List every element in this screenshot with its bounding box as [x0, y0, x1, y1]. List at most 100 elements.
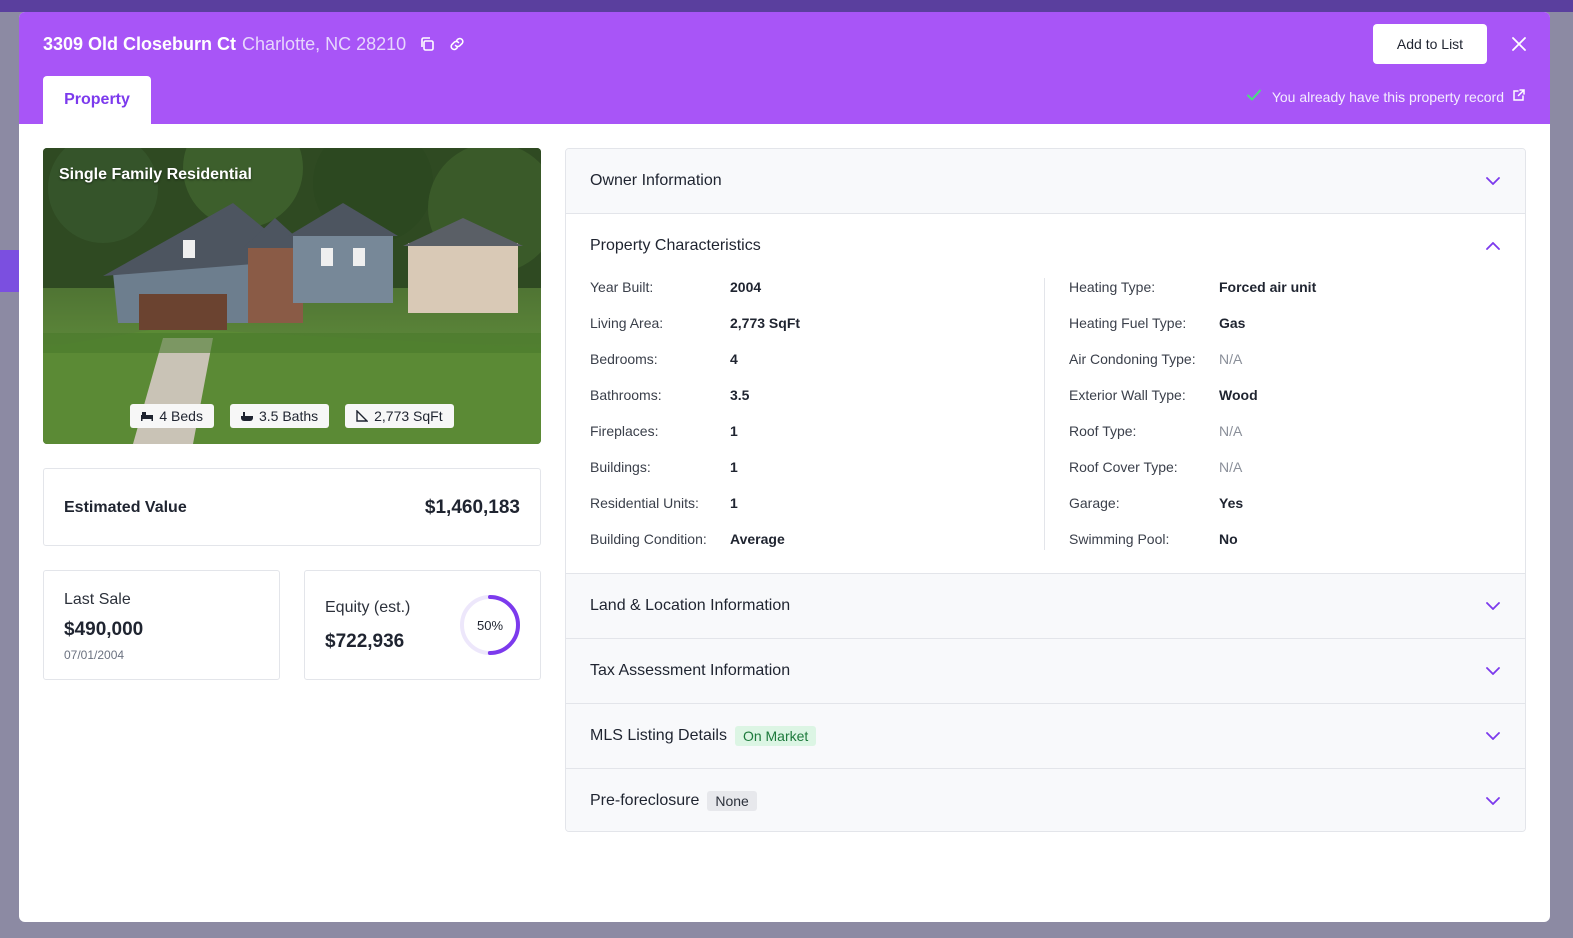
beds-chip: 4 Beds: [130, 404, 214, 428]
address-street: 3309 Old Closeburn Ct: [43, 33, 237, 54]
preforeclosure-badge: None: [707, 791, 757, 811]
chevron-down-icon[interactable]: [1485, 663, 1501, 679]
characteristic-key: Building Condition:: [590, 531, 707, 547]
characteristic-row: Garage: Yes: [1069, 494, 1243, 512]
section-owner-title: Owner Information: [590, 172, 722, 189]
characteristic-value: 2004: [730, 279, 762, 295]
chevron-up-icon[interactable]: [1485, 238, 1501, 254]
characteristic-key: Air Condoning Type:: [1069, 351, 1196, 367]
characteristic-row: Bedrooms: 4: [590, 350, 738, 368]
characteristic-row: Swimming Pool: No: [1069, 530, 1238, 548]
address-title: 3309 Old Closeburn Ct Charlotte, NC 2821…: [43, 32, 466, 56]
equity-donut: 50%: [459, 594, 521, 656]
characteristic-value: Average: [730, 531, 785, 547]
characteristic-row: Year Built: 2004: [590, 278, 761, 296]
section-land-location[interactable]: Land & Location Information: [566, 574, 1525, 639]
backdrop-top-bar: [0, 0, 1573, 12]
characteristic-value: 1: [730, 423, 738, 439]
chevron-down-icon[interactable]: [1485, 728, 1501, 744]
copy-icon[interactable]: [418, 35, 436, 53]
section-mls-header: MLS Listing Details On Market: [590, 724, 817, 748]
section-land-title: Land & Location Information: [590, 597, 791, 614]
characteristics-divider: [1044, 278, 1045, 550]
characteristic-row: Roof Type: N/A: [1069, 422, 1242, 440]
characteristic-value: N/A: [1219, 351, 1243, 367]
characteristic-value: 1: [730, 459, 738, 475]
section-tax-assessment[interactable]: Tax Assessment Information: [566, 639, 1525, 704]
property-type-label: Single Family Residential: [59, 166, 252, 183]
chevron-down-icon[interactable]: [1485, 173, 1501, 189]
characteristic-row: Bathrooms: 3.5: [590, 386, 749, 404]
last-sale-value: $490,000: [64, 619, 144, 640]
characteristic-key: Living Area:: [590, 315, 664, 331]
characteristic-key: Garage:: [1069, 495, 1120, 511]
characteristic-key: Bedrooms:: [590, 351, 658, 367]
section-owner-header: Owner Information: [590, 169, 722, 193]
area-icon: [356, 410, 369, 422]
section-tax-title: Tax Assessment Information: [590, 662, 791, 679]
characteristic-value: No: [1219, 531, 1238, 547]
section-owner-information[interactable]: Owner Information: [566, 149, 1525, 214]
characteristic-key: Roof Cover Type:: [1069, 459, 1178, 475]
property-modal: 3309 Old Closeburn Ct Charlotte, NC 2821…: [19, 12, 1550, 922]
add-to-list-button[interactable]: Add to List: [1373, 24, 1487, 64]
characteristic-row: Buildings: 1: [590, 458, 738, 476]
address-city-state-zip: Charlotte, NC 28210: [242, 33, 407, 54]
baths-value: 3.5 Baths: [258, 408, 319, 424]
characteristic-key: Bathrooms:: [590, 387, 662, 403]
chevron-down-icon[interactable]: [1485, 598, 1501, 614]
characteristic-row: Heating Type: Forced air unit: [1069, 278, 1316, 296]
tab-property[interactable]: Property: [43, 76, 151, 124]
characteristic-row: Roof Cover Type: N/A: [1069, 458, 1242, 476]
characteristic-key: Buildings:: [590, 459, 651, 475]
characteristic-row: Residential Units: 1: [590, 494, 738, 512]
section-preforeclosure-title: Pre-foreclosure: [590, 792, 700, 809]
section-land-header: Land & Location Information: [590, 594, 790, 618]
characteristic-key: Swimming Pool:: [1069, 531, 1170, 547]
section-property-characteristics[interactable]: Property Characteristics Year Built: 2004…: [566, 214, 1525, 574]
baths-chip: 3.5 Baths: [229, 404, 330, 428]
beds-value: 4 Beds: [159, 408, 203, 424]
characteristic-value: 4: [730, 351, 738, 367]
sqft-value: 2,773 SqFt: [374, 408, 443, 424]
chevron-down-icon[interactable]: [1485, 793, 1501, 809]
section-characteristics-title: Property Characteristics: [590, 237, 761, 254]
characteristic-key: Exterior Wall Type:: [1069, 387, 1186, 403]
characteristic-row: Heating Fuel Type: Gas: [1069, 314, 1245, 332]
close-icon[interactable]: [1508, 33, 1530, 55]
section-pre-foreclosure[interactable]: Pre-foreclosure None: [566, 769, 1525, 831]
section-mls-listing[interactable]: MLS Listing Details On Market: [566, 704, 1525, 769]
record-note-text: You already have this property record: [1271, 88, 1504, 105]
link-icon[interactable]: [448, 35, 466, 53]
property-chips: 4 Beds 3.5 Baths 2,773 SqFt: [43, 404, 541, 428]
equity-percent: 50%: [476, 617, 504, 633]
backdrop-accent-strip: [0, 250, 19, 292]
characteristic-value: 3.5: [730, 387, 750, 403]
property-accordion: Owner Information Property Characteristi…: [565, 148, 1526, 832]
modal-header: 3309 Old Closeburn Ct Charlotte, NC 2821…: [19, 12, 1550, 124]
section-tax-header: Tax Assessment Information: [590, 659, 790, 683]
section-characteristics-header: Property Characteristics: [590, 234, 761, 258]
sqft-chip: 2,773 SqFt: [345, 404, 454, 428]
last-sale-card: Last Sale $490,000 07/01/2004: [43, 570, 280, 680]
bed-icon: [141, 411, 154, 421]
last-sale-date: 07/01/2004: [64, 648, 125, 662]
characteristic-value: Yes: [1219, 495, 1244, 511]
characteristic-key: Roof Type:: [1069, 423, 1137, 439]
estimated-value-label: Estimated Value: [64, 499, 187, 516]
characteristic-value: 2,773 SqFt: [730, 315, 801, 331]
estimated-value: $1,460,183: [424, 497, 520, 518]
equity-label: Equity (est.): [325, 599, 411, 616]
characteristic-row: Air Condoning Type: N/A: [1069, 350, 1242, 368]
characteristic-value: N/A: [1219, 423, 1243, 439]
characteristic-row: Building Condition: Average: [590, 530, 785, 548]
characteristic-value: Gas: [1219, 315, 1246, 331]
section-preforeclosure-header: Pre-foreclosure None: [590, 789, 757, 813]
characteristic-value: Forced air unit: [1219, 279, 1317, 295]
characteristic-key: Residential Units:: [590, 495, 699, 511]
characteristic-row: Exterior Wall Type: Wood: [1069, 386, 1258, 404]
equity-card: Equity (est.) $722,936 50%: [304, 570, 541, 680]
external-link-icon[interactable]: [1512, 88, 1526, 105]
mls-status-badge: On Market: [734, 726, 817, 746]
property-photo: Single Family Residential 4 Beds 3.5 Bat…: [43, 148, 541, 444]
